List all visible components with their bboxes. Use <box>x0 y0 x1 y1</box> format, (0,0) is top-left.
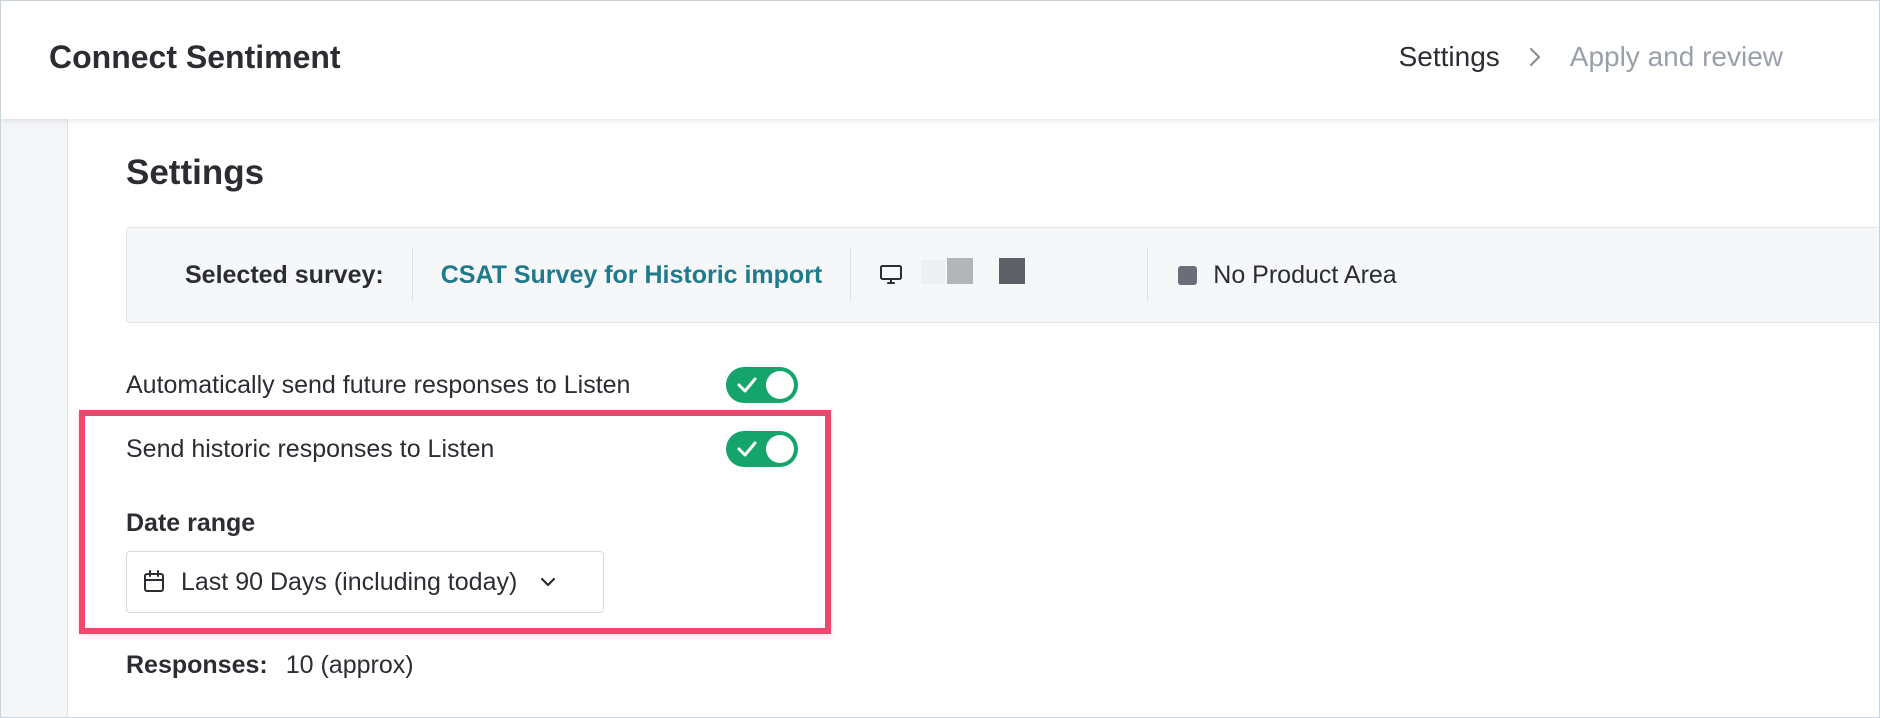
product-area-label: No Product Area <box>1213 260 1397 289</box>
auto-send-label: Automatically send future responses to L… <box>126 371 631 399</box>
top-header: Connect Sentiment Settings Apply and rev… <box>1 1 1879 119</box>
responses-value: 10 (approx) <box>285 651 414 679</box>
divider <box>411 248 413 302</box>
breadcrumb: Settings Apply and review <box>1399 41 1783 73</box>
breadcrumb-settings[interactable]: Settings <box>1399 41 1500 73</box>
app-title: Connect Sentiment <box>49 39 341 75</box>
channel-swatch-mid <box>947 258 974 284</box>
channel-swatch-dark <box>999 258 1026 284</box>
channel-icons <box>851 228 1147 322</box>
selected-survey-label: Selected survey: <box>185 260 384 289</box>
product-area-swatch <box>1178 265 1198 285</box>
breadcrumb-apply-review[interactable]: Apply and review <box>1570 41 1783 73</box>
monitor-icon <box>879 264 903 291</box>
chevron-right-icon <box>1528 46 1542 68</box>
selected-survey-bar: Selected survey: CSAT Survey for Histori… <box>126 227 1879 323</box>
product-area: No Product Area <box>1178 260 1397 290</box>
survey-name-link[interactable]: CSAT Survey for Historic import <box>441 261 823 290</box>
divider <box>1147 248 1149 302</box>
auto-send-toggle[interactable] <box>726 367 798 403</box>
channel-swatch-light <box>921 260 946 284</box>
responses-summary: Responses: 10 (approx) <box>126 651 414 680</box>
page-title: Settings <box>126 153 265 192</box>
check-icon <box>736 375 758 400</box>
toggle-knob <box>766 371 794 399</box>
app-window: Connect Sentiment Settings Apply and rev… <box>0 0 1880 718</box>
responses-label: Responses: <box>126 651 268 679</box>
annotation-highlight-box <box>79 410 831 634</box>
